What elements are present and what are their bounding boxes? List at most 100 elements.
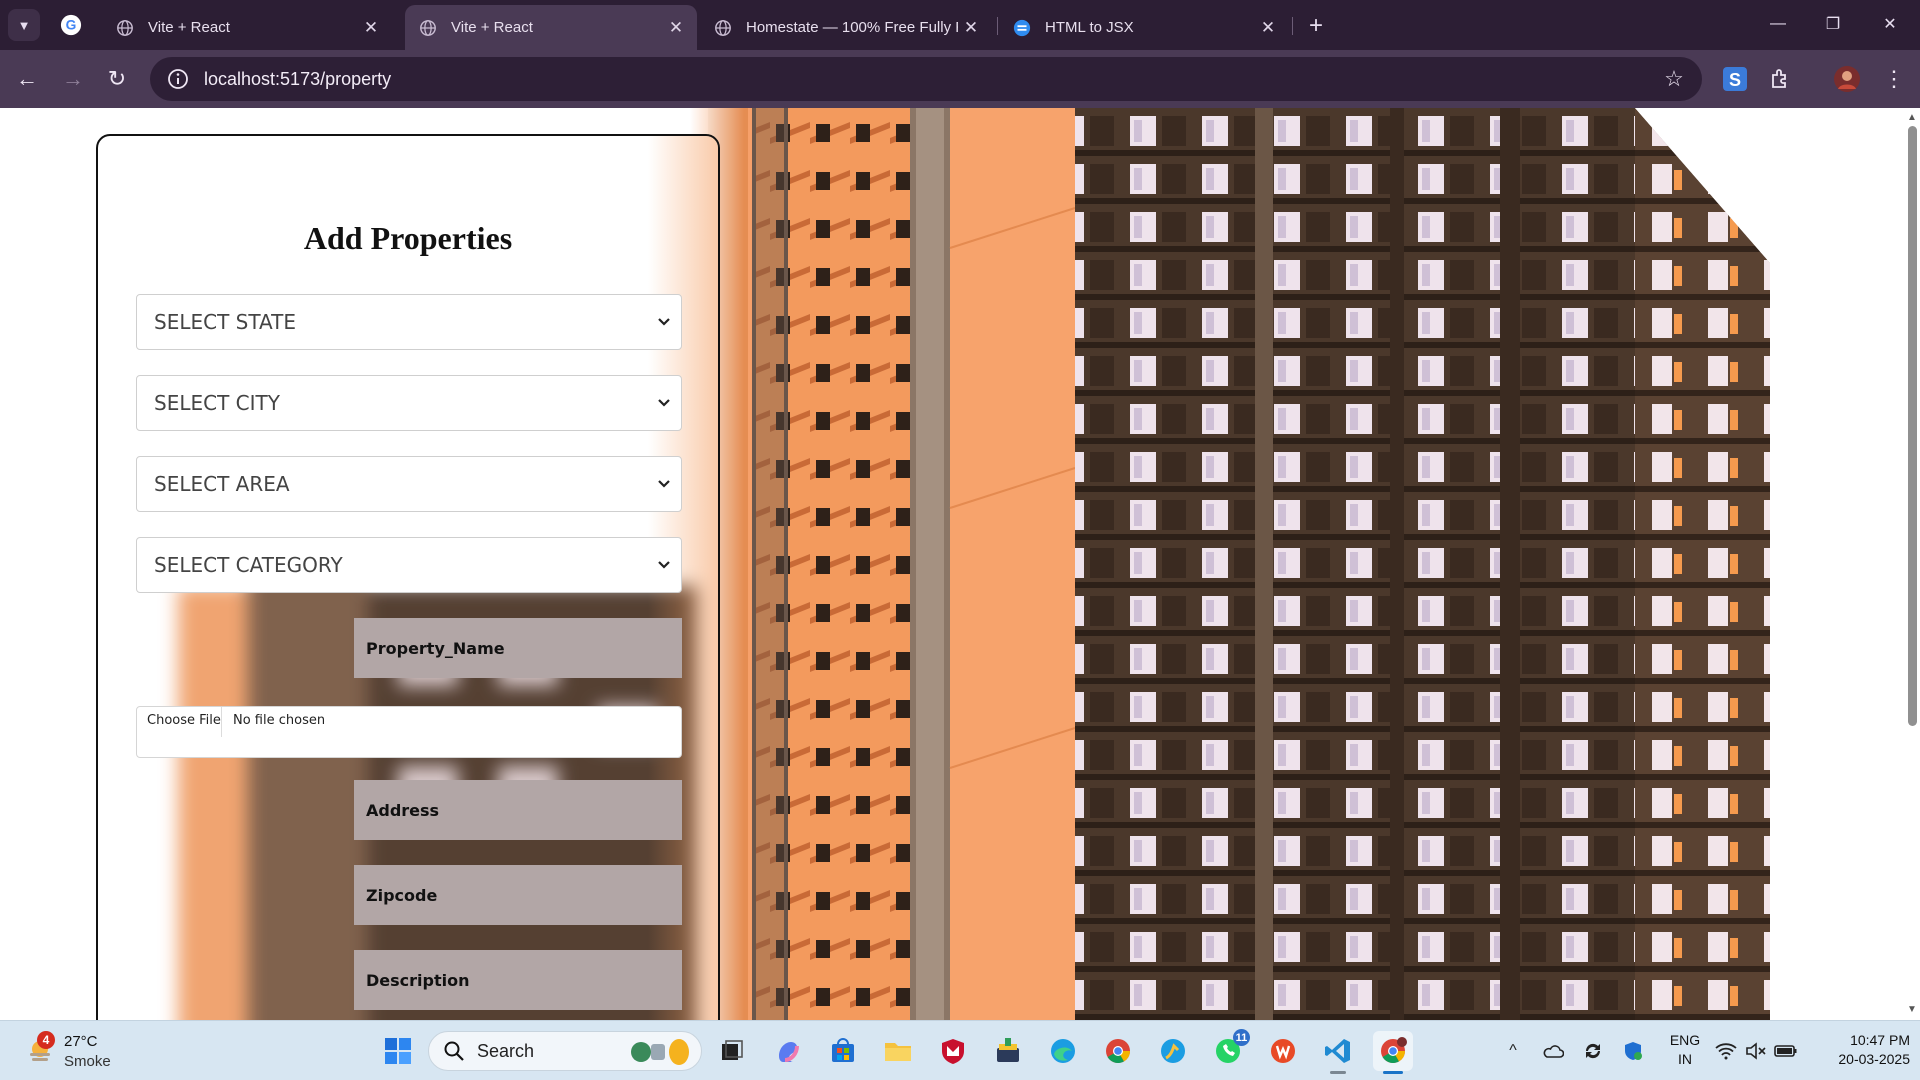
add-property-form: Add Properties SELECT STATE SELECT CITY …	[96, 134, 720, 1020]
copilot-icon[interactable]	[768, 1031, 808, 1071]
battery-icon[interactable]	[1771, 1035, 1801, 1067]
tab-title: Vite + React	[451, 19, 533, 36]
weather-temp: 27°C	[64, 1033, 98, 1050]
weather-badge: 4	[37, 1031, 55, 1049]
zipcode-input[interactable]: Zipcode	[354, 865, 682, 925]
chevron-down-icon: ▼	[17, 17, 31, 33]
wifi-icon[interactable]	[1711, 1035, 1741, 1067]
choose-file-button[interactable]: Choose File	[147, 713, 221, 728]
tab-vite-react-1[interactable]: Vite + React ✕	[102, 5, 392, 50]
page-viewport: Add Properties SELECT STATE SELECT CITY …	[0, 108, 1920, 1020]
app-stack-icon[interactable]	[988, 1031, 1028, 1071]
tab-title: Homestate — 100% Free Fully R	[746, 19, 958, 36]
new-tab-button[interactable]: +	[1302, 12, 1330, 40]
extension-s-icon[interactable]: S	[1718, 62, 1752, 96]
divider	[221, 707, 222, 737]
tab-homestate[interactable]: Homestate — 100% Free Fully R ✕	[700, 5, 992, 50]
tab-title: Vite + React	[148, 19, 230, 36]
close-icon[interactable]: ✕	[958, 15, 984, 41]
file-input[interactable]: Choose File No file chosen	[136, 706, 682, 758]
chrome-icon[interactable]	[1098, 1031, 1138, 1071]
restore-button[interactable]: ❐	[1813, 8, 1853, 40]
onedrive-icon[interactable]	[1538, 1035, 1568, 1067]
edge-icon[interactable]	[1043, 1031, 1083, 1071]
skype-icon[interactable]	[1153, 1031, 1193, 1071]
store-icon[interactable]	[823, 1031, 863, 1071]
start-icon[interactable]	[378, 1031, 418, 1071]
system-clock[interactable]: 10:47 PM 20-03-2025	[1810, 1031, 1910, 1069]
clock-time: 10:47 PM	[1850, 1032, 1910, 1048]
back-button[interactable]: ←	[10, 62, 44, 96]
vscode-icon[interactable]	[1318, 1031, 1358, 1074]
transform-icon	[1013, 19, 1031, 37]
mcafee-icon[interactable]	[933, 1031, 973, 1071]
search-icon	[444, 1041, 464, 1061]
tab-title: HTML to JSX	[1045, 19, 1134, 36]
tab-separator	[1292, 17, 1293, 35]
whatsapp-icon[interactable]: 11	[1208, 1029, 1250, 1071]
address-bar[interactable]: localhost:5173/property ☆	[150, 57, 1702, 101]
svg-text:S: S	[1729, 70, 1741, 90]
select-area[interactable]: SELECT AREA	[136, 456, 682, 512]
forward-button[interactable]: →	[56, 62, 90, 96]
office-icon[interactable]	[1263, 1031, 1303, 1071]
language-indicator[interactable]: ENG IN	[1665, 1031, 1705, 1069]
url-text[interactable]: localhost:5173/property	[204, 69, 1654, 90]
chrome-profile-icon[interactable]	[1373, 1031, 1413, 1074]
extensions-puzzle-icon[interactable]	[1764, 62, 1798, 96]
google-icon[interactable]: G	[58, 12, 84, 38]
minimize-button[interactable]: —	[1758, 8, 1798, 40]
page-scrollbar[interactable]: ▲ ▼	[1904, 108, 1920, 1020]
bookmark-star-icon[interactable]: ☆	[1654, 59, 1694, 99]
volume-muted-icon[interactable]	[1741, 1035, 1771, 1067]
property-name-input[interactable]: Property_Name	[354, 618, 682, 678]
task-view-icon[interactable]	[712, 1031, 752, 1071]
select-value: SELECT CATEGORY	[154, 553, 343, 577]
running-indicator	[1330, 1071, 1346, 1074]
form-title: Add Properties	[303, 220, 513, 256]
language-line2: IN	[1678, 1051, 1692, 1067]
globe-icon	[714, 19, 732, 37]
close-icon[interactable]: ✕	[663, 15, 689, 41]
globe-icon	[116, 19, 134, 37]
description-input[interactable]: Description	[354, 950, 682, 1010]
scrollbar-thumb[interactable]	[1908, 126, 1917, 726]
running-indicator	[1383, 1071, 1403, 1074]
close-icon[interactable]: ✕	[1255, 15, 1281, 41]
file-status: No file chosen	[233, 713, 326, 728]
select-value: SELECT AREA	[154, 472, 290, 496]
security-shield-icon[interactable]	[1618, 1035, 1648, 1067]
globe-icon	[419, 19, 437, 37]
reload-button[interactable]: ↻	[100, 62, 134, 96]
tab-html-to-jsx[interactable]: HTML to JSX ✕	[999, 5, 1289, 50]
address-input[interactable]: Address	[354, 780, 682, 840]
chevron-down-icon	[658, 318, 670, 326]
sync-icon[interactable]	[1578, 1035, 1608, 1067]
svg-text:G: G	[66, 18, 77, 33]
chevron-up-icon[interactable]: ^	[1498, 1035, 1528, 1067]
arrow-left-icon: ←	[16, 66, 38, 91]
select-value: SELECT STATE	[154, 310, 296, 334]
select-state[interactable]: SELECT STATE	[136, 294, 682, 350]
site-info-icon[interactable]	[156, 57, 200, 101]
menu-kebab-icon[interactable]: ⋮	[1877, 62, 1911, 96]
chevron-down-icon	[658, 480, 670, 488]
arrow-right-icon: →	[62, 66, 84, 91]
profile-avatar[interactable]	[1830, 62, 1864, 96]
select-city[interactable]: SELECT CITY	[136, 375, 682, 431]
tab-search-button[interactable]: ▼	[8, 9, 40, 41]
select-category[interactable]: SELECT CATEGORY	[136, 537, 682, 593]
clock-date: 20-03-2025	[1838, 1051, 1910, 1067]
search-label: Search	[477, 1040, 535, 1061]
window-close-button[interactable]: ✕	[1870, 8, 1910, 40]
language-line1: ENG	[1669, 1032, 1701, 1048]
scroll-down-icon[interactable]: ▼	[1907, 1004, 1917, 1015]
tab-vite-react-2[interactable]: Vite + React ✕	[405, 5, 697, 50]
scroll-up-icon[interactable]: ▲	[1907, 112, 1917, 123]
close-icon[interactable]: ✕	[358, 15, 384, 41]
weather-widget[interactable]: 4 27°C Smoke	[22, 1029, 132, 1073]
file-explorer-icon[interactable]	[878, 1031, 918, 1071]
chevron-down-icon	[658, 561, 670, 569]
taskbar-search[interactable]: Search	[428, 1031, 702, 1071]
tab-strip: ▼ G Vite + React ✕ Vite + React ✕ Homest…	[0, 0, 1920, 50]
